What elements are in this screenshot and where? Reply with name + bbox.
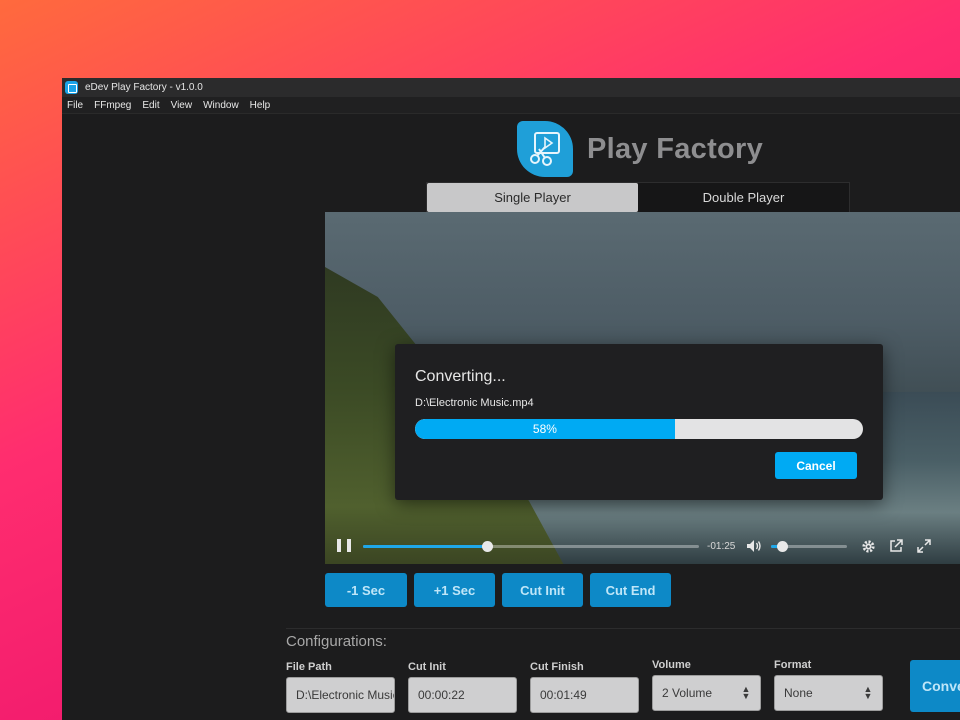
format-select[interactable]: None ▲ ▼ bbox=[774, 675, 883, 711]
tab-double-player[interactable]: Double Player bbox=[638, 183, 849, 212]
cut-init-field: Cut Init 00:00:22 bbox=[408, 661, 517, 713]
plus-one-sec-button[interactable]: +1 Sec bbox=[414, 573, 495, 607]
volume-slider[interactable] bbox=[771, 540, 848, 552]
format-select-value: None bbox=[784, 686, 813, 700]
player-controls: -01:25 bbox=[325, 528, 960, 564]
menu-window[interactable]: Window bbox=[203, 100, 239, 111]
brand-logo: Play Factory bbox=[517, 121, 763, 177]
volume-select-value: 2 Volume bbox=[662, 686, 713, 700]
menu-file[interactable]: File bbox=[67, 100, 83, 111]
file-path-input[interactable]: D:\Electronic Music.mp4 bbox=[286, 677, 395, 713]
player-tabs: Single Player Double Player bbox=[426, 182, 850, 213]
cut-finish-field: Cut Finish 00:01:49 bbox=[530, 661, 639, 713]
pause-icon[interactable] bbox=[337, 539, 351, 553]
select-arrows-icon: ▲ ▼ bbox=[863, 684, 873, 701]
select-arrows-icon: ▲ ▼ bbox=[741, 684, 751, 701]
file-path-label: File Path bbox=[286, 661, 332, 673]
config-title: Configurations: bbox=[286, 633, 387, 650]
brand-name: Play Factory bbox=[587, 132, 764, 165]
cut-controls: -1 Sec +1 Sec Cut Init Cut End bbox=[325, 573, 678, 607]
fullscreen-icon[interactable] bbox=[915, 537, 933, 555]
menu-ffmpeg[interactable]: FFmpeg bbox=[94, 100, 131, 111]
menu-edit[interactable]: Edit bbox=[142, 100, 159, 111]
app-icon bbox=[65, 81, 78, 94]
cancel-button[interactable]: Cancel bbox=[775, 452, 857, 479]
format-field: Format None ▲ ▼ bbox=[774, 659, 883, 711]
cut-end-button[interactable]: Cut End bbox=[590, 573, 671, 607]
menu-view[interactable]: View bbox=[171, 100, 193, 111]
cut-init-label: Cut Init bbox=[408, 661, 446, 673]
progress-percent: 58% bbox=[532, 422, 557, 436]
app-window: eDev Play Factory - v1.0.0 File FFmpeg E… bbox=[62, 78, 960, 720]
cut-finish-label: Cut Finish bbox=[530, 661, 584, 673]
tab-single-player[interactable]: Single Player bbox=[427, 183, 638, 212]
section-divider bbox=[286, 628, 960, 629]
volume-select[interactable]: 2 Volume ▲ ▼ bbox=[652, 675, 761, 711]
convert-button[interactable]: Convert bbox=[910, 660, 960, 712]
dialog-file-path: D:\Electronic Music.mp4 bbox=[415, 397, 534, 409]
film-scissors-icon bbox=[517, 121, 573, 177]
cut-finish-input[interactable]: 00:01:49 bbox=[530, 677, 639, 713]
remaining-time: -01:25 bbox=[707, 540, 736, 552]
cut-init-input[interactable]: 00:00:22 bbox=[408, 677, 517, 713]
cut-init-button[interactable]: Cut Init bbox=[502, 573, 583, 607]
converting-dialog: Converting... D:\Electronic Music.mp4 58… bbox=[395, 344, 883, 500]
format-label: Format bbox=[774, 659, 812, 671]
popout-icon[interactable] bbox=[887, 537, 905, 555]
settings-gear-icon[interactable] bbox=[859, 537, 877, 555]
conversion-progress-bar: 58% bbox=[415, 419, 863, 439]
volume-label: Volume bbox=[652, 659, 691, 671]
volume-icon[interactable] bbox=[745, 537, 763, 555]
menu-bar: File FFmpeg Edit View Window Help bbox=[62, 97, 960, 114]
seek-slider[interactable] bbox=[363, 540, 699, 552]
minus-one-sec-button[interactable]: -1 Sec bbox=[325, 573, 407, 607]
file-path-field: File Path D:\Electronic Music.mp4 bbox=[286, 661, 395, 713]
title-bar: eDev Play Factory - v1.0.0 bbox=[62, 78, 960, 97]
menu-help[interactable]: Help bbox=[250, 100, 271, 111]
window-title: eDev Play Factory - v1.0.0 bbox=[85, 82, 203, 93]
volume-field: Volume 2 Volume ▲ ▼ bbox=[652, 659, 761, 711]
dialog-title: Converting... bbox=[415, 368, 506, 385]
